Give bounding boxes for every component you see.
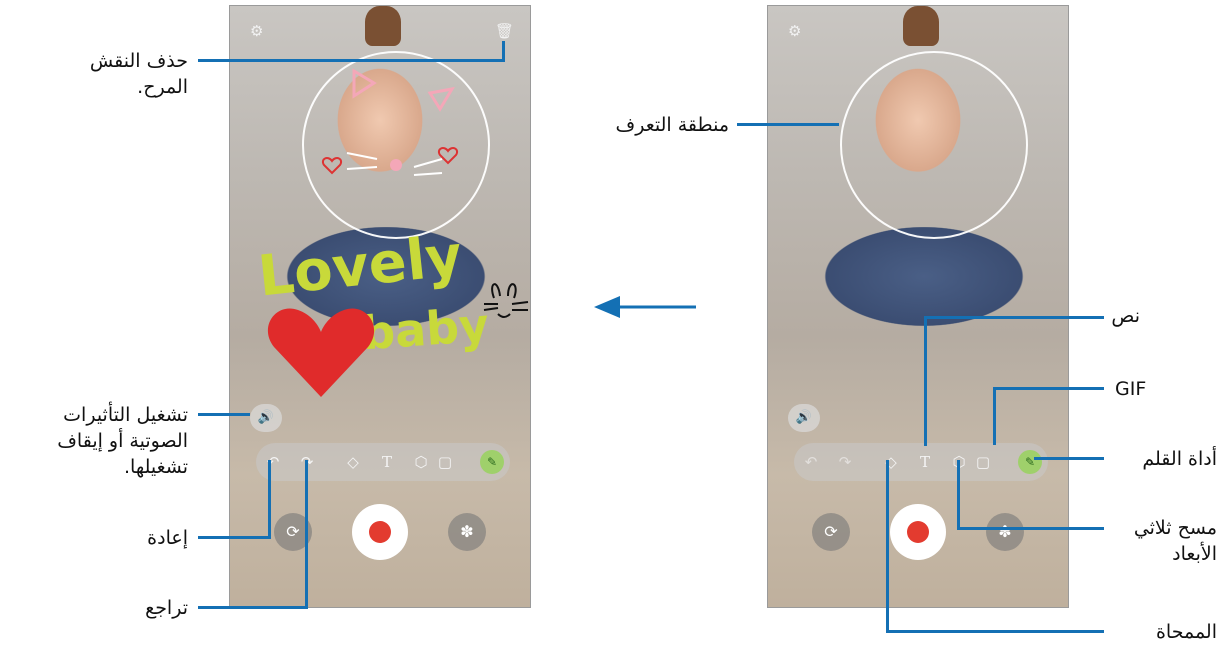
leader-line [957,460,960,530]
speaker-icon[interactable]: 🔊 [250,404,282,432]
leader-line [198,606,308,609]
callout-redo: إعادة [147,527,188,549]
phone-screen-before: ⚙ 🔊 ↶ ↷ ◇ T ⬡ ▢ ✎ ⟳ ✽ [767,5,1069,608]
callout-undo: تراجع [145,597,188,619]
phone-screen-after: ⚙ 🗑 Lovely baby 🔊 ↶ ↷ ◇ T ⬡ ▢ ✎ ⟳ ✽ [229,5,531,608]
recognition-circle [840,51,1028,239]
doodle-baby: baby [360,297,491,361]
callout-recognition-area: منطقة التعرف [615,114,729,136]
leader-line [502,41,505,62]
leader-line [924,316,1104,319]
pen-icon[interactable]: ✎ [1018,450,1042,474]
gear-icon[interactable]: ⚙ [250,22,263,40]
callout-3d-scan: مسح ثلاثي الأبعاد [1133,517,1217,565]
leader-line [993,387,1104,390]
undo-icon[interactable]: ↶ [800,443,822,481]
text-icon[interactable]: T [376,443,398,481]
doodle-toolbar: ↶ ↷ ◇ T ⬡ ▢ ✎ [256,443,510,481]
gif-icon[interactable]: ▢ [972,443,994,481]
callout-gif: GIF [1115,378,1147,400]
arrow-left-icon [594,296,696,318]
pen-icon[interactable]: ✎ [480,450,504,474]
trash-icon[interactable]: 🗑 [495,22,514,40]
leader-line [957,527,1104,530]
leader-line [198,413,250,416]
callout-delete-doodle: حذف النقش المرح. [89,50,188,98]
text-icon[interactable]: T [914,443,936,481]
leader-line [268,460,271,539]
heart-doodle [267,308,375,397]
leader-line [886,630,1104,633]
effects-icon[interactable]: ✽ [986,513,1024,551]
leader-line [737,123,839,126]
callout-sound-toggle: تشغيل التأثيرات الصوتية أو إيقاف تشغيلها… [57,404,188,478]
leader-line [198,59,504,62]
face-doodle [322,68,458,176]
callout-text: نص [1111,305,1140,327]
eraser-icon[interactable]: ◇ [880,443,902,481]
leader-line [993,387,996,445]
doodle-lovely: Lovely [255,223,466,310]
cube-icon[interactable]: ⬡ [410,443,432,481]
record-button[interactable] [352,504,408,560]
undo-icon[interactable]: ↶ [262,443,284,481]
leader-line [198,536,271,539]
camera-switch-icon[interactable]: ⟳ [812,513,850,551]
record-button[interactable] [890,504,946,560]
bunny-doodle [483,283,529,318]
gif-icon[interactable]: ▢ [434,443,456,481]
leader-line [1034,457,1104,460]
doodle-toolbar: ↶ ↷ ◇ T ⬡ ▢ ✎ [794,443,1048,481]
redo-icon[interactable]: ↷ [834,443,856,481]
eraser-icon[interactable]: ◇ [342,443,364,481]
callout-eraser: الممحاة [1155,621,1217,643]
speaker-icon[interactable]: 🔊 [788,404,820,432]
leader-line [886,460,889,633]
leader-line [924,316,927,446]
effects-icon[interactable]: ✽ [448,513,486,551]
leader-line [305,460,308,609]
callout-pen-tool: أداة القلم [1142,448,1217,470]
gear-icon[interactable]: ⚙ [788,22,801,40]
